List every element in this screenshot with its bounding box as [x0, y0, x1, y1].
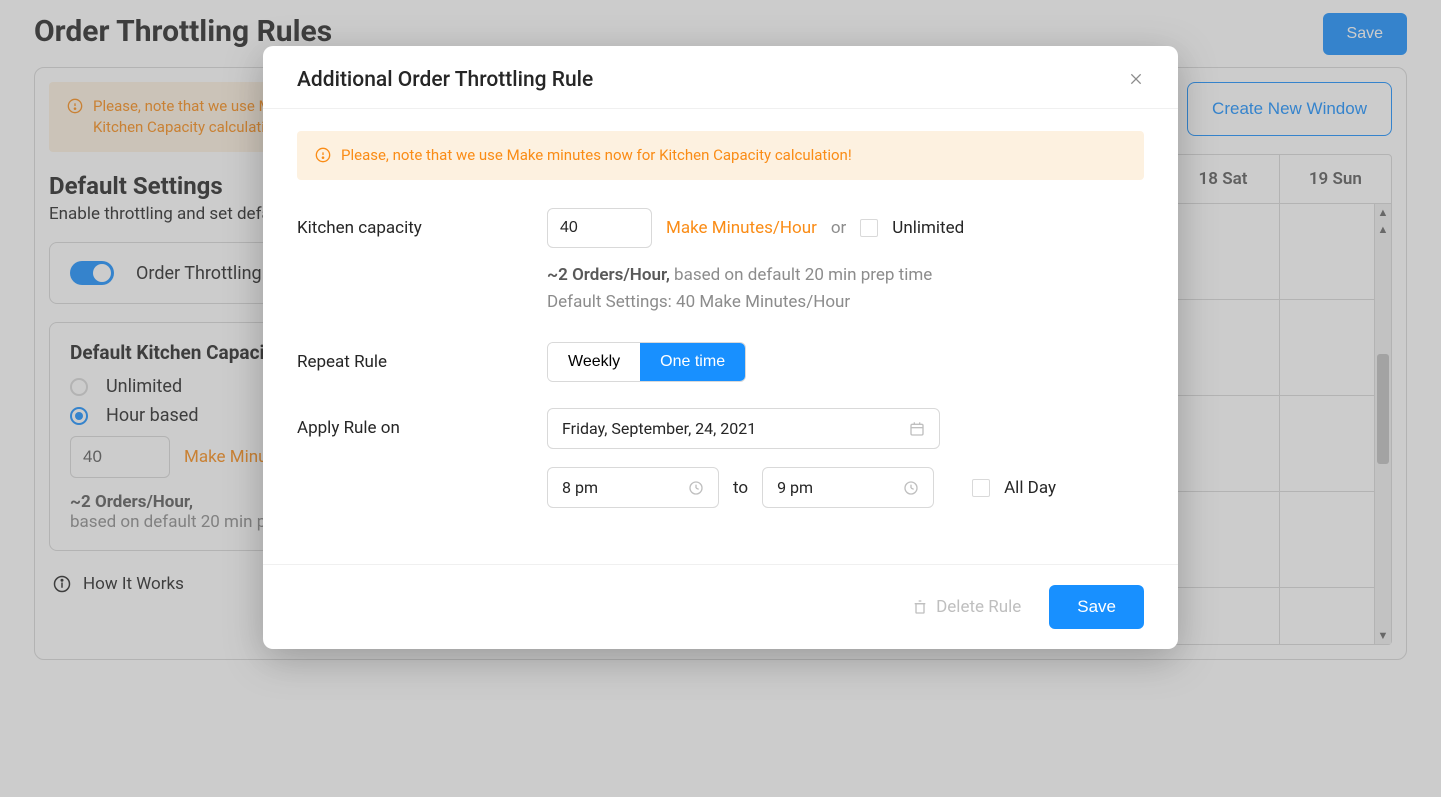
- trash-icon: [912, 599, 928, 615]
- capacity-unit-label: Make Minutes/Hour: [666, 218, 817, 238]
- repeat-onetime-button[interactable]: One time: [640, 343, 745, 381]
- orders-per-hour-rest: based on default 20 min prep time: [670, 265, 932, 285]
- delete-rule-button[interactable]: Delete Rule: [912, 597, 1021, 617]
- orders-per-hour-bold: ~2 Orders/Hour,: [547, 265, 670, 285]
- clock-icon: [903, 480, 919, 496]
- allday-label: All Day: [1004, 478, 1056, 498]
- label-repeat-rule: Repeat Rule: [297, 342, 517, 372]
- date-value: Friday, September, 24, 2021: [562, 419, 756, 438]
- repeat-segmented-control: Weekly One time: [547, 342, 746, 382]
- time-to-value: 9 pm: [777, 478, 813, 497]
- label-apply-on: Apply Rule on: [297, 408, 517, 438]
- time-to-picker[interactable]: 9 pm: [762, 467, 934, 508]
- save-button[interactable]: Save: [1049, 585, 1144, 629]
- to-label: to: [733, 478, 748, 498]
- allday-checkbox[interactable]: [972, 479, 990, 497]
- unlimited-label: Unlimited: [892, 218, 964, 238]
- clock-icon: [688, 480, 704, 496]
- capacity-input[interactable]: [547, 208, 652, 248]
- or-label: or: [831, 218, 846, 238]
- default-settings-info: Default Settings: 40 Make Minutes/Hour: [547, 292, 850, 312]
- close-button[interactable]: [1128, 70, 1144, 90]
- calendar-icon: [909, 421, 925, 437]
- modal-title: Additional Order Throttling Rule: [297, 68, 593, 92]
- label-kitchen-capacity: Kitchen capacity: [297, 208, 517, 238]
- time-from-value: 8 pm: [562, 478, 598, 497]
- time-from-picker[interactable]: 8 pm: [547, 467, 719, 508]
- close-icon: [1128, 71, 1144, 87]
- unlimited-checkbox[interactable]: [860, 219, 878, 237]
- date-picker[interactable]: Friday, September, 24, 2021: [547, 408, 940, 449]
- info-icon: [315, 147, 331, 163]
- modal-notice-banner: Please, note that we use Make minutes no…: [297, 131, 1144, 180]
- throttling-rule-modal: Additional Order Throttling Rule Please,…: [263, 46, 1178, 649]
- modal-notice-text: Please, note that we use Make minutes no…: [341, 145, 852, 166]
- repeat-weekly-button[interactable]: Weekly: [548, 343, 640, 381]
- modal-backdrop[interactable]: Additional Order Throttling Rule Please,…: [0, 0, 1441, 797]
- delete-rule-label: Delete Rule: [936, 597, 1021, 617]
